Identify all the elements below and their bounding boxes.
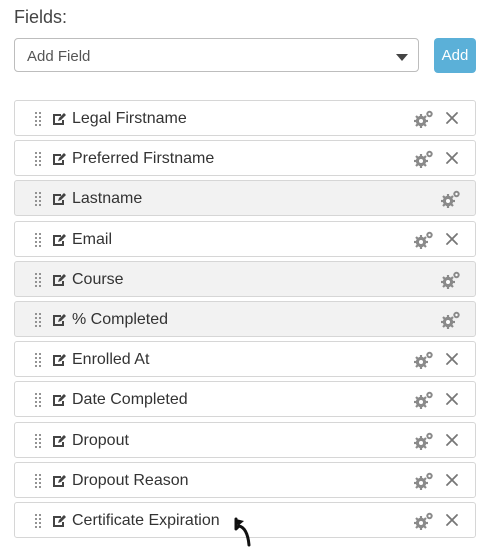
gear-icon[interactable]: [413, 511, 435, 531]
drag-handle-icon[interactable]: [34, 231, 41, 248]
field-row[interactable]: Legal Firstname: [14, 100, 476, 136]
field-row[interactable]: Date Completed: [14, 381, 476, 418]
field-label: Legal Firstname: [72, 110, 187, 127]
drag-handle-icon[interactable]: [34, 111, 41, 127]
field-label: Dropout: [72, 431, 129, 449]
drag-handle-icon[interactable]: [34, 352, 41, 369]
edit-icon[interactable]: [52, 152, 66, 166]
add-field-select-value: Add Field: [27, 48, 91, 65]
field-label: Enrolled At: [72, 351, 150, 369]
close-icon[interactable]: [445, 151, 459, 165]
close-icon[interactable]: [445, 232, 459, 246]
add-button[interactable]: Add: [434, 38, 476, 73]
field-row[interactable]: Preferred Firstname: [14, 140, 476, 177]
edit-icon[interactable]: [52, 393, 66, 407]
close-icon[interactable]: [445, 352, 459, 366]
edit-icon[interactable]: [52, 434, 66, 448]
gear-icon[interactable]: [440, 270, 462, 290]
drag-handle-icon[interactable]: [34, 512, 41, 529]
edit-icon[interactable]: [52, 313, 66, 327]
close-icon[interactable]: [445, 392, 459, 406]
gear-icon[interactable]: [440, 310, 462, 330]
gear-icon[interactable]: [413, 109, 435, 129]
field-row[interactable]: Email: [14, 220, 476, 257]
gear-icon[interactable]: [413, 149, 435, 169]
field-label: Lastname: [72, 190, 143, 208]
edit-icon[interactable]: [52, 514, 66, 528]
field-label: Preferred Firstname: [72, 150, 215, 168]
close-icon[interactable]: [445, 433, 459, 447]
gear-icon[interactable]: [440, 189, 462, 209]
drag-handle-icon[interactable]: [34, 432, 41, 449]
drag-handle-icon[interactable]: [34, 472, 41, 489]
drag-handle-icon[interactable]: [34, 271, 41, 288]
field-list: Legal Firstname Preferred Firstname Lastna…: [14, 100, 476, 542]
drag-handle-icon[interactable]: [34, 392, 41, 409]
field-row[interactable]: Dropout: [14, 421, 476, 458]
gear-icon[interactable]: [413, 471, 435, 491]
gear-icon[interactable]: [413, 431, 435, 451]
gear-icon[interactable]: [413, 350, 435, 370]
field-row[interactable]: Course: [14, 260, 476, 297]
close-icon[interactable]: [445, 111, 459, 125]
drag-handle-icon[interactable]: [34, 151, 41, 168]
field-label: Email: [72, 230, 113, 248]
edit-icon[interactable]: [52, 233, 66, 247]
field-label: Certificate Expiration: [72, 511, 220, 529]
field-row[interactable]: Enrolled At: [14, 341, 476, 378]
field-row[interactable]: Lastname: [14, 180, 476, 217]
drag-handle-icon[interactable]: [34, 191, 41, 208]
drag-handle-icon[interactable]: [34, 311, 41, 328]
edit-icon[interactable]: [52, 112, 66, 126]
edit-icon[interactable]: [52, 474, 66, 488]
gear-icon[interactable]: [413, 230, 435, 250]
edit-icon[interactable]: [52, 353, 66, 367]
field-label: % Completed: [72, 310, 169, 328]
close-icon[interactable]: [445, 513, 459, 527]
field-label: Course: [72, 270, 124, 288]
edit-icon[interactable]: [52, 192, 66, 206]
field-row[interactable]: Dropout Reason: [14, 461, 476, 498]
fields-title: Fields:: [14, 7, 68, 27]
add-field-select[interactable]: Add Field: [14, 38, 419, 72]
cursor-icon: [234, 517, 251, 547]
gear-icon[interactable]: [413, 390, 435, 410]
field-row[interactable]: % Completed: [14, 300, 476, 337]
chevron-down-icon: [396, 54, 408, 61]
edit-icon[interactable]: [52, 273, 66, 287]
field-label: Date Completed: [72, 391, 188, 409]
field-label: Dropout Reason: [72, 471, 189, 489]
close-icon[interactable]: [445, 473, 459, 487]
